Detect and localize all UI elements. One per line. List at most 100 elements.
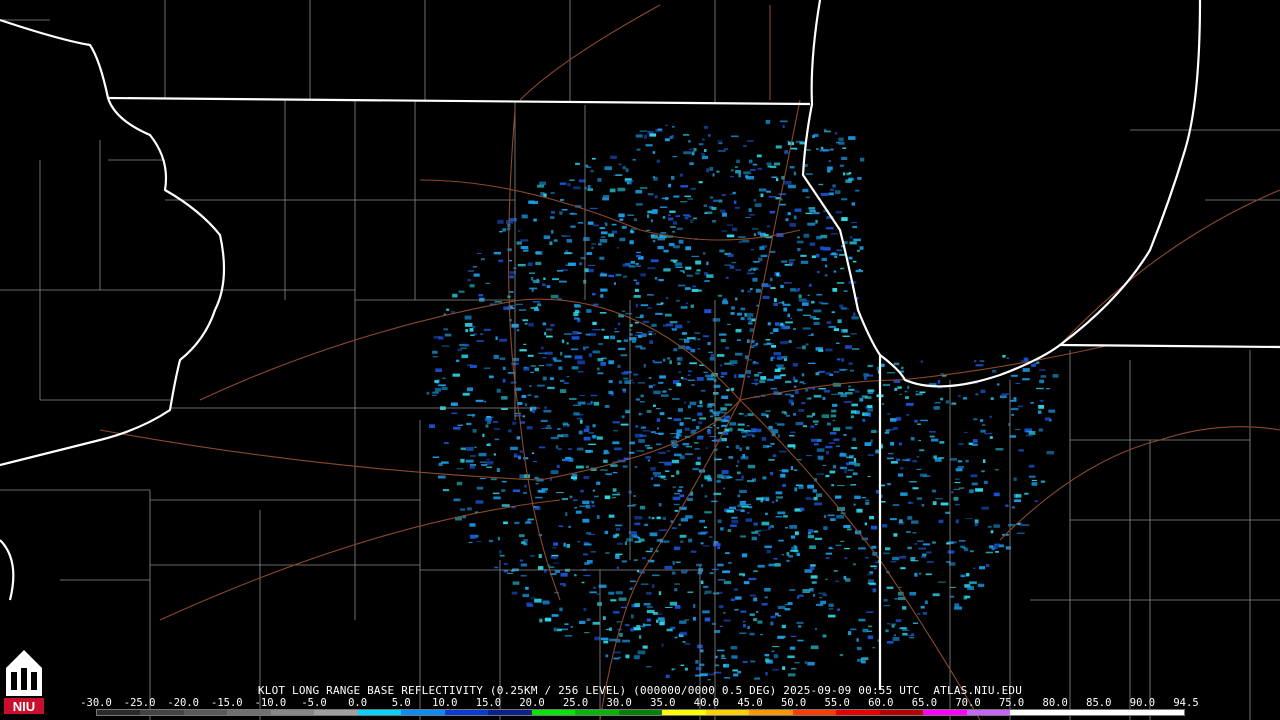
echo-pixel [890, 418, 897, 422]
echo-pixel [848, 461, 857, 464]
echo-pixel [684, 619, 690, 621]
echo-pixel [496, 388, 501, 393]
echo-pixel [655, 312, 663, 315]
echo-pixel [587, 188, 593, 191]
echo-pixel [770, 287, 776, 289]
echo-pixel [802, 327, 811, 330]
echo-pixel [1026, 434, 1033, 437]
echo-pixel [545, 427, 552, 429]
echo-pixel [643, 603, 651, 606]
scale-swatch [836, 710, 880, 715]
echo-pixel [741, 475, 744, 479]
echo-pixel [613, 282, 616, 285]
echo-pixel [674, 588, 678, 592]
echo-pixel [492, 492, 500, 495]
echo-pixel [719, 333, 727, 336]
echo-pixel [743, 624, 746, 628]
echo-pixel [537, 184, 545, 188]
scale-swatch [879, 710, 924, 715]
echo-pixel [598, 243, 602, 246]
echo-pixel [723, 487, 726, 490]
echo-pixel [517, 230, 521, 232]
echo-pixel [822, 464, 826, 466]
echo-pixel [553, 627, 557, 632]
echo-pixel [953, 496, 959, 501]
echo-pixel [672, 398, 680, 400]
echo-pixel [940, 397, 944, 401]
echo-pixel [836, 445, 840, 447]
echo-pixel [806, 415, 813, 418]
echo-pixel [583, 348, 586, 351]
echo-pixel [553, 542, 558, 546]
echo-pixel [906, 403, 909, 405]
echo-pixel [798, 485, 804, 489]
echo-pixel [552, 278, 559, 281]
echo-pixel [580, 419, 583, 424]
scale-tick: 50.0 [780, 697, 807, 709]
echo-pixel [1028, 475, 1036, 478]
echo-pixel [774, 298, 777, 303]
echo-pixel [766, 342, 771, 345]
echo-pixel [963, 397, 968, 400]
echo-pixel [895, 619, 902, 623]
echo-pixel [802, 300, 810, 302]
echo-pixel [663, 249, 669, 253]
echo-pixel [539, 446, 546, 449]
echo-pixel [461, 354, 469, 359]
echo-pixel [472, 429, 477, 433]
echo-pixel [1052, 374, 1059, 378]
echo-pixel [460, 458, 465, 463]
echo-pixel [636, 450, 645, 452]
echo-pixel [898, 586, 902, 588]
scale-swatch [314, 710, 358, 715]
echo-pixel [671, 328, 677, 331]
echo-pixel [947, 550, 955, 554]
scale-swatch [1010, 710, 1054, 715]
echo-pixel [679, 422, 684, 426]
echo-pixel [831, 484, 835, 487]
echo-pixel [703, 593, 707, 595]
echo-pixel [466, 422, 472, 425]
echo-pixel [704, 511, 712, 514]
echo-pixel [805, 212, 813, 215]
echo-pixel [852, 472, 858, 476]
echo-pixel [726, 509, 734, 513]
echo-pixel [730, 169, 734, 172]
echo-pixel [625, 624, 630, 626]
echo-pixel [981, 506, 989, 510]
echo-pixel [612, 421, 620, 424]
echo-pixel [824, 274, 828, 277]
echo-pixel [1011, 413, 1014, 416]
echo-pixel [543, 277, 546, 280]
echo-pixel [509, 218, 517, 222]
echo-pixel [689, 362, 697, 365]
echo-pixel [693, 604, 696, 608]
echo-pixel [890, 441, 895, 446]
echo-pixel [737, 471, 741, 475]
echo-pixel [540, 419, 548, 423]
echo-pixel [822, 397, 826, 400]
echo-pixel [829, 470, 836, 474]
echo-pixel [752, 163, 758, 166]
echo-pixel [965, 459, 969, 463]
echo-pixel [753, 199, 757, 202]
echo-pixel [745, 217, 751, 218]
echo-pixel [813, 309, 822, 313]
echo-pixel [650, 431, 656, 434]
echo-pixel [1018, 449, 1024, 452]
echo-pixel [993, 545, 998, 549]
echo-pixel [723, 419, 729, 422]
echo-pixel [818, 301, 823, 304]
echo-pixel [753, 268, 756, 271]
echo-pixel [728, 456, 734, 459]
echo-pixel [597, 602, 602, 606]
echo-pixel [634, 466, 638, 468]
echo-pixel [1005, 504, 1009, 507]
echo-pixel [1031, 363, 1036, 367]
echo-pixel [732, 227, 738, 232]
echo-pixel [666, 628, 673, 632]
echo-pixel [582, 500, 590, 505]
echo-pixel [820, 192, 829, 196]
echo-pixel [680, 664, 685, 667]
echo-pixel [837, 608, 841, 611]
